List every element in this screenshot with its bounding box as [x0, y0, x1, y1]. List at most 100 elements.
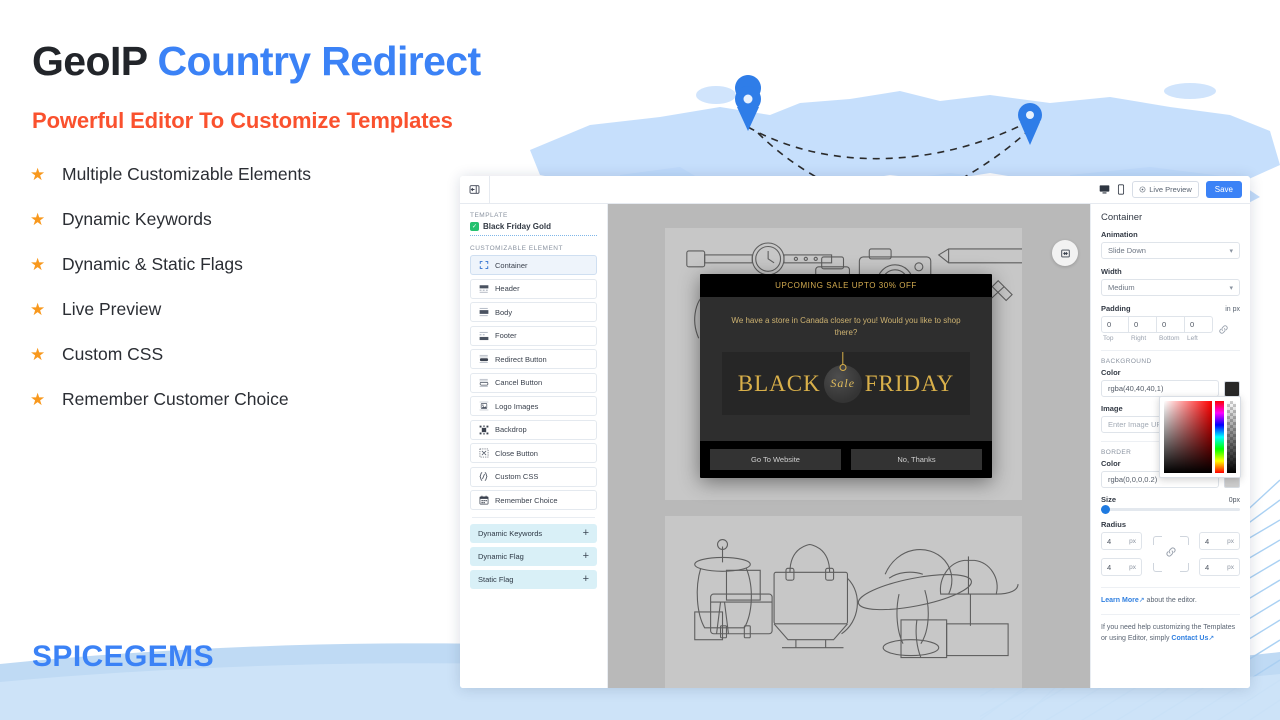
size-value: 0px	[1228, 497, 1240, 504]
mobile-icon[interactable]	[1117, 184, 1125, 195]
panel-divider	[1101, 587, 1240, 588]
sidebar-item-redirect-button[interactable]: Redirect Button	[470, 349, 597, 369]
map-pin-right	[1018, 103, 1042, 145]
container-icon	[478, 260, 489, 271]
live-preview-button[interactable]: Live Preview	[1132, 181, 1199, 198]
expand-preview-icon[interactable]	[1052, 240, 1078, 266]
star-icon: ★	[30, 210, 46, 229]
link-icon[interactable]	[1218, 324, 1229, 335]
animation-value: Slide Down	[1108, 246, 1146, 255]
sidebar-item-custom-css[interactable]: Custom CSS	[470, 466, 597, 487]
sidebar-item-footer[interactable]: Footer	[470, 325, 597, 346]
padding-left-cell: 0 Left	[1185, 316, 1213, 342]
sidebar-item-label: Remember Choice	[495, 495, 558, 505]
plus-icon[interactable]: +	[583, 574, 589, 585]
width-value: Medium	[1108, 283, 1135, 292]
size-label: Size	[1101, 495, 1117, 504]
radius-bottom-left-input[interactable]: 4 px	[1101, 558, 1142, 576]
addon-dynamic-keywords[interactable]: Dynamic Keywords +	[470, 524, 597, 543]
padding-bottom-label: Bottom	[1159, 335, 1180, 342]
radius-value: 4	[1107, 536, 1112, 546]
addon-static-flag[interactable]: Static Flag +	[470, 570, 597, 589]
corner-bottom-right-icon	[1179, 563, 1189, 572]
background-color-input[interactable]: rgba(40,40,40,1)	[1101, 380, 1219, 397]
preview-canvas[interactable]: UPCOMING SALE UPTO 30% OFF We have a sto…	[608, 204, 1090, 688]
sidebar-item-container[interactable]: Container	[470, 255, 597, 275]
star-icon: ★	[30, 300, 46, 319]
feature-label: Custom CSS	[62, 344, 164, 364]
color-picker-popover[interactable]	[1159, 396, 1241, 478]
star-icon: ★	[30, 345, 46, 364]
link-icon[interactable]	[1165, 545, 1177, 563]
popup-footer: Go To Website No, Thanks	[700, 441, 992, 478]
desktop-icon[interactable]	[1099, 184, 1110, 195]
external-link-icon: ↗	[1208, 635, 1215, 643]
padding-label: Padding	[1101, 304, 1131, 313]
panel-divider	[1101, 350, 1240, 351]
sidebar-item-label: Container	[495, 260, 528, 270]
sidebar-item-label: Custom CSS	[495, 472, 539, 481]
padding-left-label: Left	[1187, 335, 1198, 342]
corner-top-left-icon	[1152, 536, 1162, 545]
alpha-slider[interactable]	[1227, 401, 1236, 473]
sidebar-item-cancel-button[interactable]: Cancel Button	[470, 372, 597, 393]
size-slider-handle[interactable]	[1101, 505, 1110, 514]
plus-icon[interactable]: +	[583, 528, 589, 539]
help-text: If you need help customizing the Templat…	[1101, 624, 1236, 643]
list-item: ★ Dynamic & Static Flags	[30, 242, 450, 287]
padding-top-cell: 0 Top	[1101, 316, 1129, 342]
padding-right-input[interactable]: 0	[1129, 316, 1157, 333]
sidebar-item-header[interactable]: Header	[470, 278, 597, 299]
contact-us-link[interactable]: Contact Us	[1171, 635, 1208, 642]
sidebar-item-logo-images[interactable]: Logo Images	[470, 396, 597, 416]
corner-top-right-icon	[1179, 536, 1189, 545]
feature-label: Dynamic Keywords	[62, 209, 212, 229]
size-slider[interactable]	[1101, 505, 1240, 514]
sidebar-item-backdrop[interactable]: Backdrop	[470, 419, 597, 440]
page-title: GeoIP Country Redirect	[32, 38, 481, 85]
hue-slider[interactable]	[1215, 401, 1224, 473]
live-preview-label: Live Preview	[1149, 185, 1192, 194]
addon-label: Static Flag	[478, 575, 514, 584]
go-to-website-button[interactable]: Go To Website	[710, 449, 841, 470]
chevron-down-icon: ▾	[1229, 284, 1233, 292]
sidebar-item-remember-choice[interactable]: Remember Choice	[470, 490, 597, 510]
feature-label: Live Preview	[62, 299, 162, 319]
sale-badge-label: Sale	[830, 376, 856, 390]
saturation-area[interactable]	[1164, 401, 1212, 473]
sidebar-item-label: Redirect Button	[495, 354, 547, 364]
padding-top-input[interactable]: 0	[1101, 316, 1129, 333]
template-selector[interactable]: ✓ Black Friday Gold	[470, 222, 597, 236]
calendar-icon	[478, 495, 489, 506]
radius-value: 4	[1205, 536, 1210, 546]
sidebar-item-close-button[interactable]: Close Button	[470, 443, 597, 463]
no-thanks-button[interactable]: No, Thanks	[851, 449, 982, 470]
background-color-swatch[interactable]	[1224, 380, 1240, 397]
addon-label: Dynamic Flag	[478, 552, 524, 561]
save-button[interactable]: Save	[1205, 181, 1242, 198]
learn-more-link[interactable]: Learn More	[1101, 597, 1139, 604]
sidebar-item-body[interactable]: Body	[470, 302, 597, 322]
padding-fields: 0 Top 0 Right 0 Bottom 0 Left	[1101, 316, 1213, 342]
radius-right-column: 4 px 4 px	[1199, 532, 1240, 576]
collapse-panel-icon[interactable]	[460, 176, 490, 204]
star-icon: ★	[30, 165, 46, 184]
radius-top-left-input[interactable]: 4 px	[1101, 532, 1142, 550]
animation-select[interactable]: Slide Down ▾	[1101, 242, 1240, 259]
popup-message: We have a store in Canada closer to you!…	[731, 316, 961, 337]
popup-banner-image: BLACK Sale FRIDAY	[722, 352, 970, 415]
background-color-row: rgba(40,40,40,1)	[1101, 380, 1240, 397]
width-select[interactable]: Medium ▾	[1101, 279, 1240, 296]
radius-top-right-input[interactable]: 4 px	[1199, 532, 1240, 550]
padding-bottom-input[interactable]: 0	[1157, 316, 1185, 333]
sidebar-item-label: Cancel Button	[495, 378, 543, 387]
plus-icon[interactable]: +	[583, 551, 589, 562]
popup-preview[interactable]: UPCOMING SALE UPTO 30% OFF We have a sto…	[700, 274, 992, 478]
addon-dynamic-flag[interactable]: Dynamic Flag +	[470, 547, 597, 566]
radius-bottom-right-input[interactable]: 4 px	[1199, 558, 1240, 576]
padding-left-input[interactable]: 0	[1185, 316, 1213, 333]
panel-divider	[1101, 614, 1240, 616]
list-item: ★ Custom CSS	[30, 332, 450, 377]
backdrop-icon	[478, 424, 489, 435]
radius-corner-diagram	[1151, 532, 1191, 576]
